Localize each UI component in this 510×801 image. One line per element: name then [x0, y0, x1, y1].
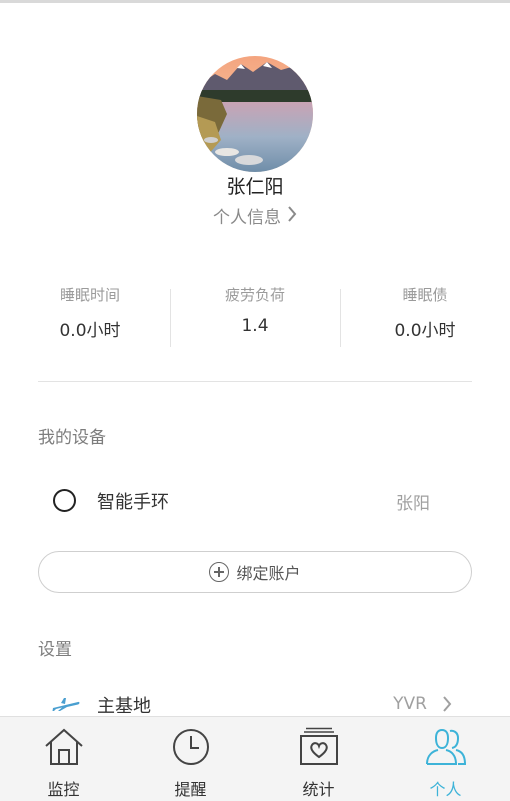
stat-fatigue-load: 疲劳负荷 1.4: [185, 284, 325, 336]
tab-label: 个人: [429, 780, 462, 799]
settings-section-title: 设置: [38, 640, 72, 660]
stat-sleep-time: 睡眠时间 0.0小时: [20, 284, 160, 341]
device-owner: 张阳: [396, 494, 430, 514]
profile-info-label: 个人信息: [213, 208, 281, 228]
home-base-label: 主基地: [97, 696, 151, 717]
stat-divider: [340, 289, 341, 347]
tab-profile[interactable]: 个人: [382, 717, 509, 801]
profile-info-link[interactable]: 个人信息: [0, 203, 510, 228]
devices-section-title: 我的设备: [38, 428, 106, 448]
stat-divider: [170, 289, 171, 347]
home-icon: [43, 726, 85, 768]
stat-label: 疲劳负荷: [224, 286, 285, 304]
clock-icon: [170, 726, 212, 768]
airplane-icon: [52, 696, 80, 716]
tab-reminders[interactable]: 提醒: [127, 717, 254, 801]
stat-label: 睡眠时间: [59, 286, 120, 304]
stat-value: 0.0小时: [59, 321, 121, 341]
stat-label: 睡眠债: [402, 286, 448, 304]
tab-statistics[interactable]: 统计: [255, 717, 382, 801]
stat-sleep-debt: 睡眠债 0.0小时: [355, 284, 495, 341]
stat-value: 1.4: [241, 316, 269, 336]
username: 张仁阳: [226, 176, 284, 198]
top-divider: [0, 0, 510, 3]
tab-monitor[interactable]: 监控: [0, 717, 127, 801]
stats-card-icon: [298, 726, 340, 768]
bottom-tab-bar: 监控 提醒 统计 个人: [0, 716, 510, 801]
tab-label: 监控: [47, 780, 80, 799]
tab-label: 提醒: [174, 780, 207, 799]
section-divider: [38, 381, 472, 382]
home-base-value: YVR: [393, 694, 427, 714]
device-row[interactable]: 智能手环 张阳: [38, 478, 472, 524]
stat-value: 0.0小时: [394, 321, 456, 341]
tab-label: 统计: [302, 780, 335, 799]
users-icon: [425, 726, 467, 768]
avatar[interactable]: [197, 56, 313, 172]
chevron-right-icon: [442, 695, 452, 717]
device-name: 智能手环: [97, 492, 169, 513]
bind-account-label: 绑定账户: [236, 564, 301, 583]
ring-icon: [53, 489, 76, 512]
avatar-landscape-image: [197, 56, 313, 172]
chevron-right-icon: [287, 205, 297, 228]
plus-circle-icon: [209, 562, 230, 582]
bind-account-button[interactable]: 绑定账户: [38, 551, 472, 593]
